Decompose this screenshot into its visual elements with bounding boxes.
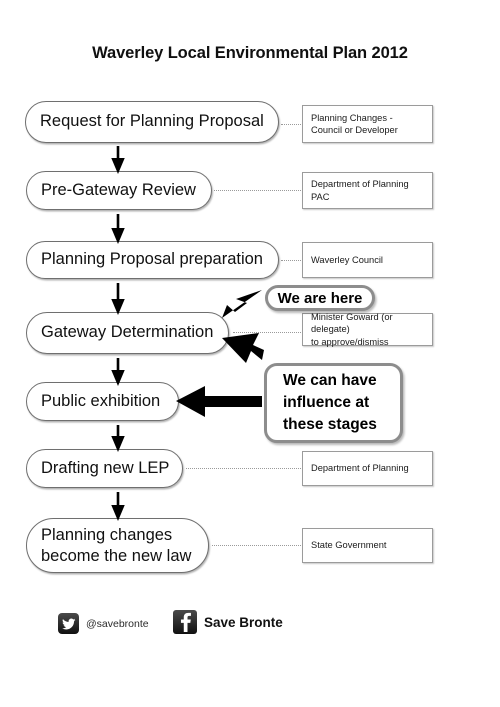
dotted-connector-proposal-prep (281, 260, 301, 262)
callout-line-1: We can have (283, 372, 377, 389)
annotation-new-law: State Government (302, 528, 433, 563)
annotation-request: Planning Changes - Council or Developer (302, 105, 433, 143)
page-title: Waverley Local Environmental Plan 2012 (92, 44, 408, 62)
callout-we-are-here: We are here (265, 285, 375, 311)
flow-step-proposal-prep[interactable]: Planning Proposal preparation (26, 241, 279, 279)
annotation-proposal-prep: Waverley Council (302, 242, 433, 278)
footer: @savebronte Save Bronte www.savebronte.c… (0, 604, 500, 644)
annotation-line-1: Department of Planning (311, 463, 409, 474)
flow-step-label: Planning Proposal preparation (41, 250, 263, 269)
flow-step-request[interactable]: Request for Planning Proposal (25, 101, 279, 143)
annotation-line-1: Minister Goward (or delegate) (311, 311, 393, 335)
flow-step-label: Drafting new LEP (41, 458, 170, 477)
annotation-drafting: Department of Planning (302, 451, 433, 486)
dotted-connector-gateway (233, 332, 301, 334)
flow-step-label: Public exhibition (41, 391, 161, 410)
dotted-connector-drafting (186, 468, 301, 470)
flow-step-gateway[interactable]: Gateway Determination (26, 312, 229, 354)
dotted-connector-request (281, 124, 301, 126)
annotation-line-1: Department of Planning (311, 179, 409, 190)
twitter-bird-icon (58, 613, 79, 634)
annotation-line-2: to approve/dismiss (311, 336, 389, 347)
flow-step-label: Gateway Determination (41, 323, 214, 342)
callout-line-2: influence at (283, 394, 370, 411)
arrow-influence-to-exhibition (176, 386, 262, 417)
facebook-link[interactable]: Save Bronte (173, 610, 283, 634)
dotted-connector-new-law (212, 545, 301, 547)
callout-we-can-have-influence: We can have influence at these stages (264, 363, 403, 443)
flow-step-drafting[interactable]: Drafting new LEP (26, 449, 183, 488)
flow-step-label: Pre-Gateway Review (41, 180, 196, 199)
flow-step-pre-gateway[interactable]: Pre-Gateway Review (26, 171, 212, 210)
twitter-handle: @savebronte (86, 617, 149, 630)
annotation-line-1: Planning Changes - (311, 112, 393, 123)
annotation-gateway: Minister Goward (or delegate) to approve… (302, 311, 433, 347)
callout-line-3: these stages (283, 416, 377, 433)
flow-step-new-law[interactable]: Planning changes become the new law (26, 518, 209, 573)
flow-step-public-exhibition[interactable]: Public exhibition (26, 382, 179, 421)
facebook-f-icon (173, 610, 197, 634)
flow-step-label: Request for Planning Proposal (40, 112, 264, 131)
arrow-we-are-here (222, 290, 262, 318)
annotation-pre-gateway: Department of Planning PAC (302, 172, 433, 209)
annotation-line-2: Council or Developer (311, 125, 398, 135)
callout-label: We are here (277, 289, 363, 307)
facebook-page-name: Save Bronte (204, 614, 283, 630)
annotation-line-2: PAC (311, 191, 330, 202)
dotted-connector-pre-gateway (214, 190, 301, 192)
diagram-canvas: Waverley Local Environmental Plan 2012 R… (0, 0, 500, 707)
annotation-line-1: Waverley Council (311, 254, 383, 265)
annotation-line-1: State Government (311, 540, 387, 551)
flow-step-label: Planning changes become the new law (41, 526, 192, 565)
twitter-link[interactable]: @savebronte (58, 613, 149, 634)
